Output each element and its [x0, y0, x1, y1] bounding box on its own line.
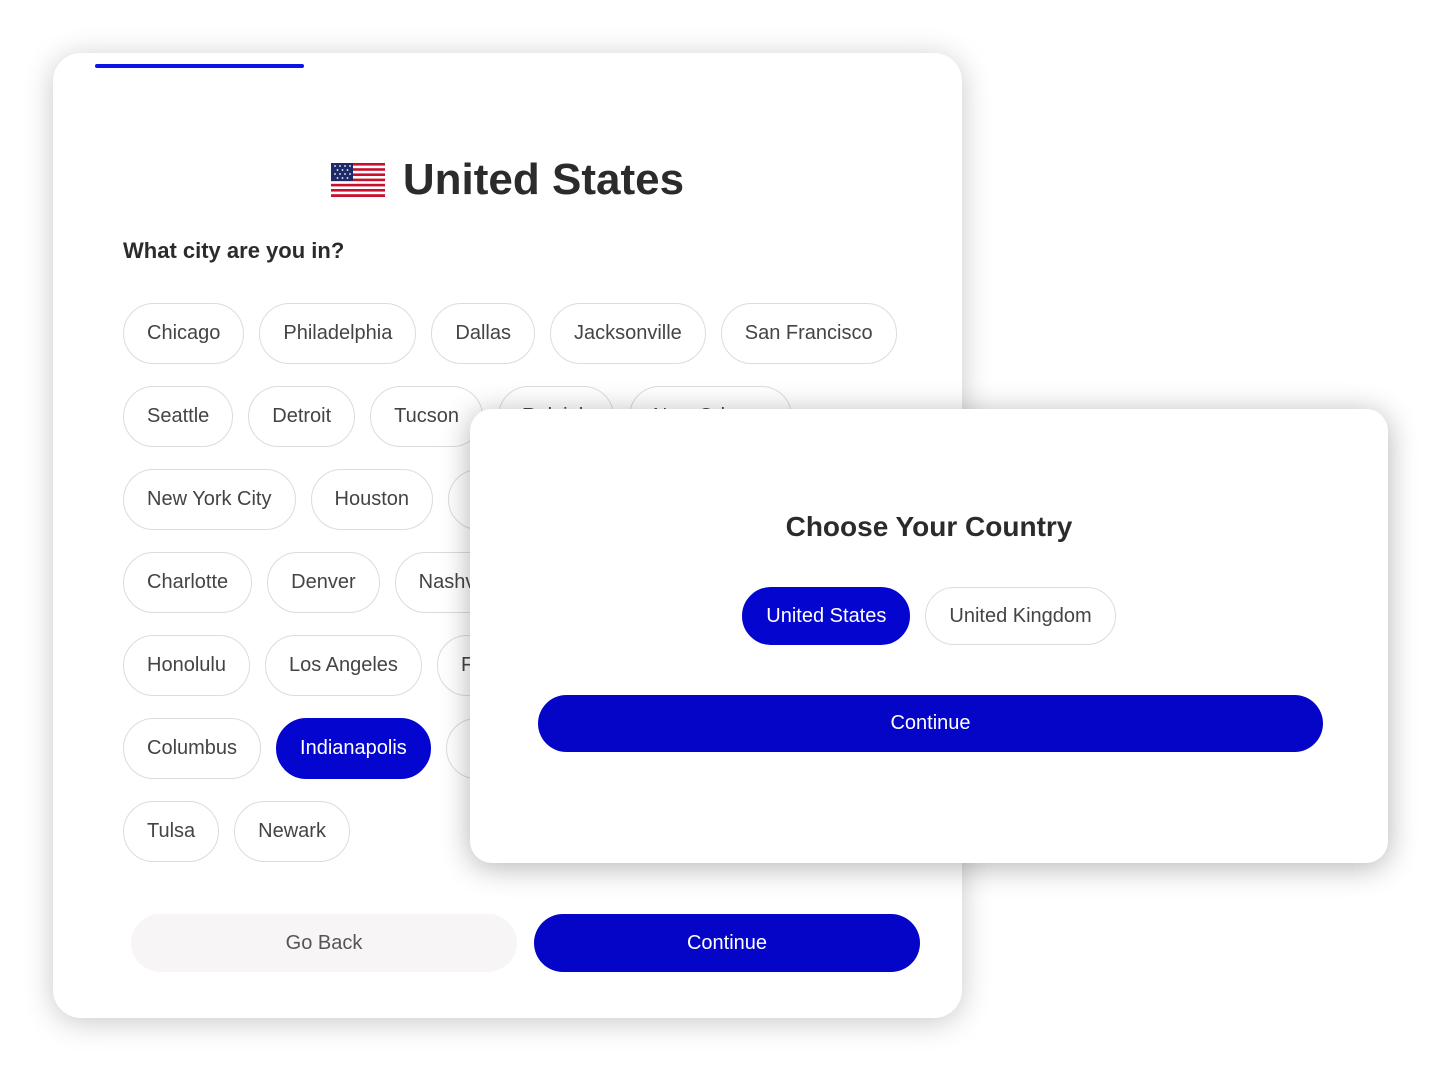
city-chip[interactable]: Houston	[310, 469, 433, 530]
modal-continue-button[interactable]: Continue	[538, 695, 1323, 752]
modal-title: Choose Your Country	[785, 511, 1073, 542]
continue-button[interactable]: Continue	[534, 914, 920, 972]
city-chip[interactable]: Tucson	[370, 386, 484, 447]
city-chip[interactable]: Tulsa	[123, 801, 220, 862]
country-title: United States	[402, 155, 685, 204]
choose-country-modal: Choose Your Country United States United …	[470, 409, 1388, 863]
city-chip[interactable]: San Francisco	[720, 303, 897, 364]
go-back-button[interactable]: Go Back	[131, 914, 517, 972]
city-chip[interactable]: New York City	[123, 469, 296, 530]
city-chip[interactable]: Indianapolis	[276, 718, 431, 779]
city-chip[interactable]: Jacksonville	[549, 303, 706, 364]
city-chip[interactable]: Charlotte	[123, 552, 253, 613]
city-chip[interactable]: Newark	[234, 801, 350, 862]
country-options: United States United Kingdom	[470, 587, 1388, 645]
city-chip[interactable]: Detroit	[248, 386, 356, 447]
city-chip[interactable]: Honolulu	[123, 635, 250, 696]
city-chip[interactable]: Philadelphia	[259, 303, 417, 364]
city-chip[interactable]: Seattle	[123, 386, 234, 447]
city-chip[interactable]: Chicago	[123, 303, 245, 364]
country-option[interactable]: United Kingdom	[925, 587, 1116, 645]
page-title: United States	[53, 155, 962, 205]
city-question: What city are you in?	[123, 238, 345, 263]
city-row: Chicago Philadelphia Dallas Jacksonville San…	[123, 303, 897, 364]
us-flag-icon	[330, 163, 385, 197]
city-chip[interactable]: Denver	[267, 552, 380, 613]
progress-bar	[95, 64, 305, 68]
city-chip[interactable]: Los Angeles	[264, 635, 422, 696]
city-chip[interactable]: Dallas	[431, 303, 535, 364]
country-option[interactable]: United States	[742, 587, 911, 645]
city-chip[interactable]: Columbus	[123, 718, 262, 779]
